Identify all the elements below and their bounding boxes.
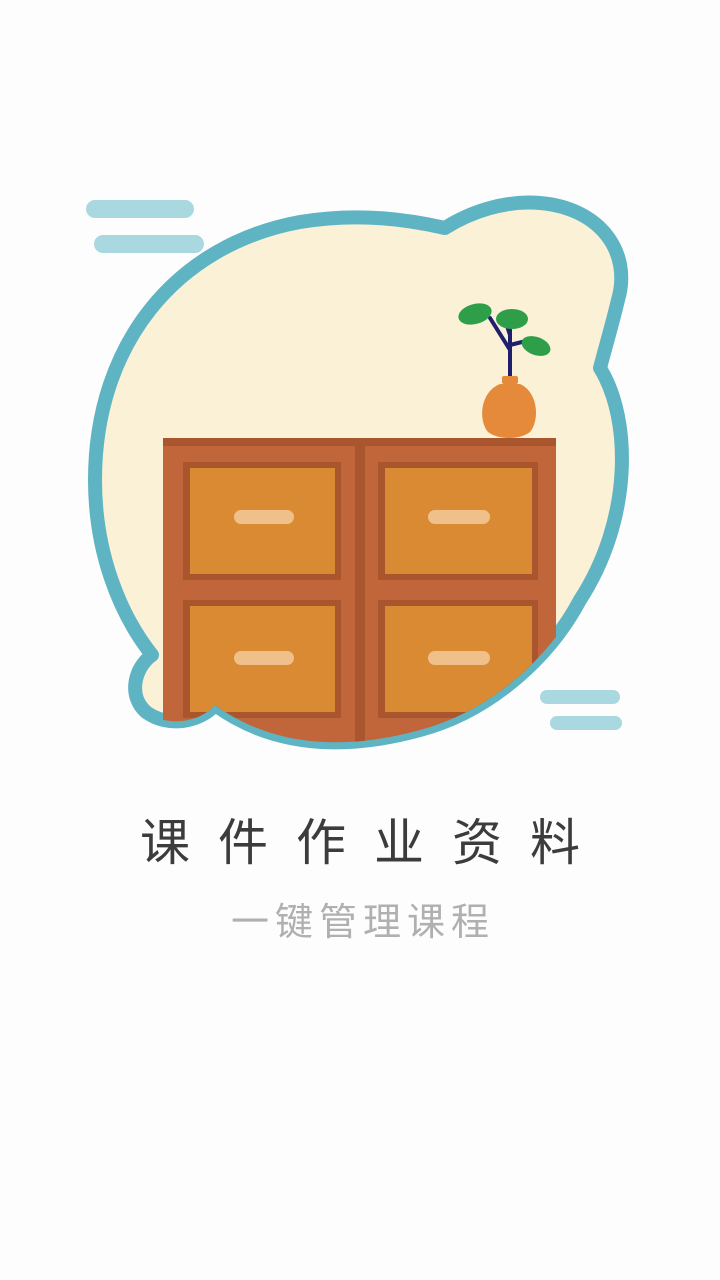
app-subtitle: 一键管理课程 [230, 900, 495, 944]
cloud-icon-top-left [86, 200, 204, 253]
cloud-icon-bottom-right [540, 690, 622, 730]
drawer-bottom-right [378, 600, 538, 718]
splash-illustration [86, 195, 629, 750]
drawer-bottom-left [183, 600, 341, 718]
app-title: 课件作业资料 [140, 814, 608, 872]
drawer-top-left [183, 462, 341, 580]
drawer-top-right [378, 462, 538, 580]
